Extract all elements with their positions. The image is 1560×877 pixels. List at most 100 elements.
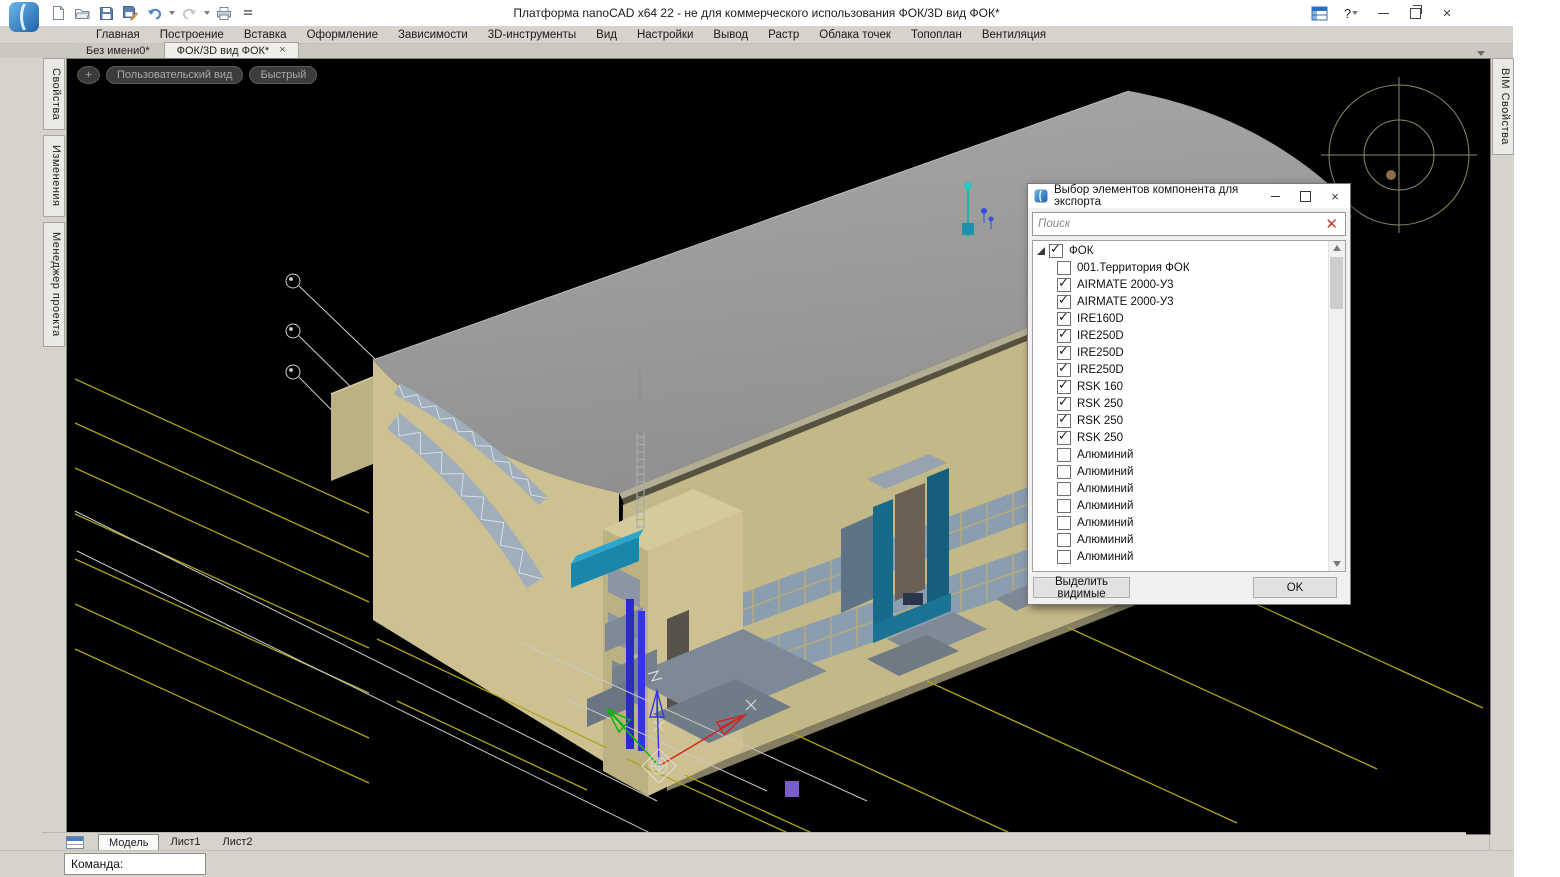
tree-item[interactable]: IRE160D (1033, 310, 1328, 327)
restore-button[interactable] (1399, 1, 1431, 25)
dialog-icon (1034, 189, 1048, 203)
drawing-viewport[interactable]: + Пользовательский вид Быстрый Выбор эле… (66, 58, 1491, 835)
checkbox[interactable] (1057, 261, 1071, 275)
menu-item-3d-инструменты[interactable]: 3D-инструменты (478, 29, 586, 41)
close-tab-icon[interactable]: × (279, 45, 285, 56)
menu-item-топоплан[interactable]: Топоплан (901, 29, 972, 41)
checkbox[interactable] (1057, 329, 1071, 343)
checkbox[interactable] (1057, 278, 1071, 292)
checkbox[interactable] (1057, 295, 1071, 309)
menu-item-вентиляция[interactable]: Вентиляция (972, 29, 1056, 41)
view-name-pill[interactable]: Пользовательский вид (106, 66, 243, 84)
tab-лист1[interactable]: Лист1 (159, 833, 211, 851)
checkbox[interactable] (1057, 414, 1071, 428)
qat-customize-icon[interactable] (238, 3, 258, 23)
tree-item[interactable]: 001.Территория ФОК (1033, 259, 1328, 276)
tree-item[interactable]: Алюминий (1033, 446, 1328, 463)
tree-item[interactable]: IRE250D (1033, 344, 1328, 361)
undo-icon[interactable] (144, 3, 164, 23)
close-button[interactable]: × (1431, 1, 1463, 25)
menu-item-оформление[interactable]: Оформление (297, 29, 388, 41)
redo-icon[interactable] (179, 3, 199, 23)
checkbox[interactable] (1057, 431, 1071, 445)
checkbox[interactable] (1057, 499, 1071, 513)
checkbox[interactable] (1057, 346, 1071, 360)
tree-item[interactable]: IRE250D (1033, 361, 1328, 378)
tab-list-dropdown-icon[interactable] (1477, 51, 1485, 56)
tree-item[interactable]: RSK 160 (1033, 378, 1328, 395)
checkbox[interactable] (1049, 244, 1063, 258)
clear-search-icon[interactable]: ✕ (1318, 217, 1345, 232)
open-file-icon[interactable] (72, 3, 92, 23)
save-icon[interactable] (96, 3, 116, 23)
menu-item-облака-точек[interactable]: Облака точек (809, 29, 901, 41)
tab-bim-properties[interactable]: BIM Свойства (1492, 58, 1514, 155)
checkbox[interactable] (1057, 533, 1071, 547)
tree-item[interactable]: Алюминий (1033, 531, 1328, 548)
new-file-icon[interactable] (48, 3, 68, 23)
tree-item[interactable]: RSK 250 (1033, 429, 1328, 446)
select-visible-button[interactable]: Выделить видимые (1033, 577, 1130, 598)
tab-изменения[interactable]: Изменения (43, 135, 65, 217)
layout-manager-icon[interactable] (66, 836, 84, 849)
checkbox[interactable] (1057, 380, 1071, 394)
document-tab-label: ФОК/3D вид ФОК* (177, 45, 270, 57)
tree-item[interactable]: Алюминий (1033, 548, 1328, 565)
tree-item-label: AIRMATE 2000-У3 (1077, 279, 1174, 291)
menu-item-главная[interactable]: Главная (86, 29, 150, 41)
checkbox[interactable] (1057, 397, 1071, 411)
tree-item[interactable]: RSK 250 (1033, 395, 1328, 412)
command-input[interactable]: Команда: (64, 853, 206, 875)
tree-item-label: RSK 250 (1077, 398, 1123, 410)
tree-item[interactable]: ФОК (1033, 242, 1328, 259)
menu-item-растр[interactable]: Растр (758, 29, 809, 41)
checkbox[interactable] (1057, 312, 1071, 326)
scroll-down-icon[interactable] (1333, 561, 1341, 567)
redo-dropdown-icon[interactable] (204, 11, 210, 15)
ok-button[interactable]: OK (1253, 577, 1337, 598)
document-tab-без-имени0[interactable]: Без имени0* (74, 43, 162, 58)
checkbox[interactable] (1057, 550, 1071, 564)
scroll-thumb[interactable] (1330, 257, 1343, 309)
expander-icon[interactable] (1037, 247, 1045, 255)
menu-item-настройки[interactable]: Настройки (627, 29, 703, 41)
tab-свойства[interactable]: Свойства (43, 58, 65, 130)
tree-item[interactable]: Алюминий (1033, 463, 1328, 480)
tree-item[interactable]: RSK 250 (1033, 412, 1328, 429)
tree-item[interactable]: IRE250D (1033, 327, 1328, 344)
tree-item[interactable]: Алюминий (1033, 480, 1328, 497)
scroll-up-icon[interactable] (1333, 245, 1341, 251)
dialog-maximize-button[interactable] (1290, 184, 1320, 208)
checkbox[interactable] (1057, 448, 1071, 462)
tree-item[interactable]: AIRMATE 2000-У3 (1033, 276, 1328, 293)
minimize-button[interactable] (1367, 1, 1399, 25)
checkbox[interactable] (1057, 516, 1071, 530)
search-input[interactable] (1033, 217, 1318, 231)
tree-item[interactable]: Алюминий (1033, 497, 1328, 514)
menu-item-зависимости[interactable]: Зависимости (388, 29, 478, 41)
document-tab-фок-3d-вид-фок[interactable]: ФОК/3D вид ФОК* × (164, 42, 299, 58)
print-icon[interactable] (214, 3, 234, 23)
viewport-plus-button[interactable]: + (77, 66, 100, 84)
menu-item-построение[interactable]: Построение (150, 29, 234, 41)
scrollbar[interactable] (1328, 241, 1345, 571)
tree-item[interactable]: AIRMATE 2000-У3 (1033, 293, 1328, 310)
dialog-minimize-button[interactable] (1260, 184, 1290, 208)
visual-style-pill[interactable]: Быстрый (249, 66, 317, 84)
tab-менеджер-проекта[interactable]: Менеджер проекта (43, 222, 65, 347)
external-references-icon[interactable] (1303, 1, 1335, 25)
checkbox[interactable] (1057, 465, 1071, 479)
tab-лист2[interactable]: Лист2 (212, 833, 264, 851)
nanocad-logo-icon[interactable] (8, 1, 40, 33)
dialog-close-button[interactable]: × (1320, 184, 1350, 208)
menu-item-вид[interactable]: Вид (586, 29, 627, 41)
menu-item-вывод[interactable]: Вывод (703, 29, 758, 41)
tab-модель[interactable]: Модель (98, 834, 159, 851)
checkbox[interactable] (1057, 363, 1071, 377)
tree-item[interactable]: Алюминий (1033, 514, 1328, 531)
checkbox[interactable] (1057, 482, 1071, 496)
menu-item-вставка[interactable]: Вставка (234, 29, 297, 41)
undo-dropdown-icon[interactable] (169, 11, 175, 15)
help-button[interactable]: ? (1335, 1, 1367, 25)
save-as-icon[interactable] (120, 3, 140, 23)
